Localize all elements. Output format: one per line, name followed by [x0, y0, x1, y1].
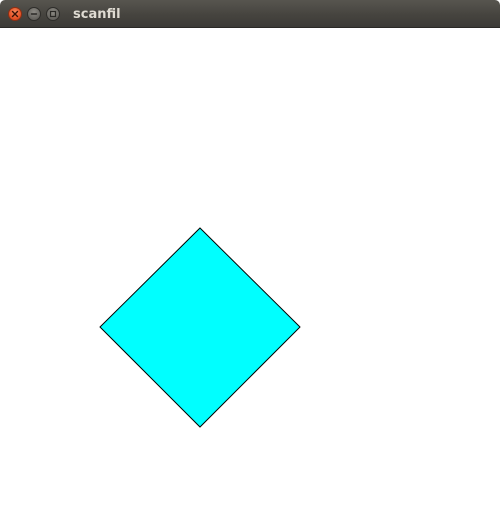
- close-button[interactable]: [8, 7, 22, 21]
- drawing-surface: [99, 227, 301, 428]
- filled-diamond-shape: [99, 227, 301, 428]
- minimize-icon: [30, 13, 38, 15]
- title-bar[interactable]: scanfil: [0, 0, 500, 28]
- window-title: scanfil: [73, 7, 121, 22]
- drawing-canvas[interactable]: [0, 28, 500, 528]
- maximize-button[interactable]: [46, 7, 60, 21]
- maximize-icon: [49, 10, 57, 18]
- minimize-button[interactable]: [27, 7, 41, 21]
- close-icon: [11, 10, 19, 18]
- app-window: scanfil: [0, 0, 500, 528]
